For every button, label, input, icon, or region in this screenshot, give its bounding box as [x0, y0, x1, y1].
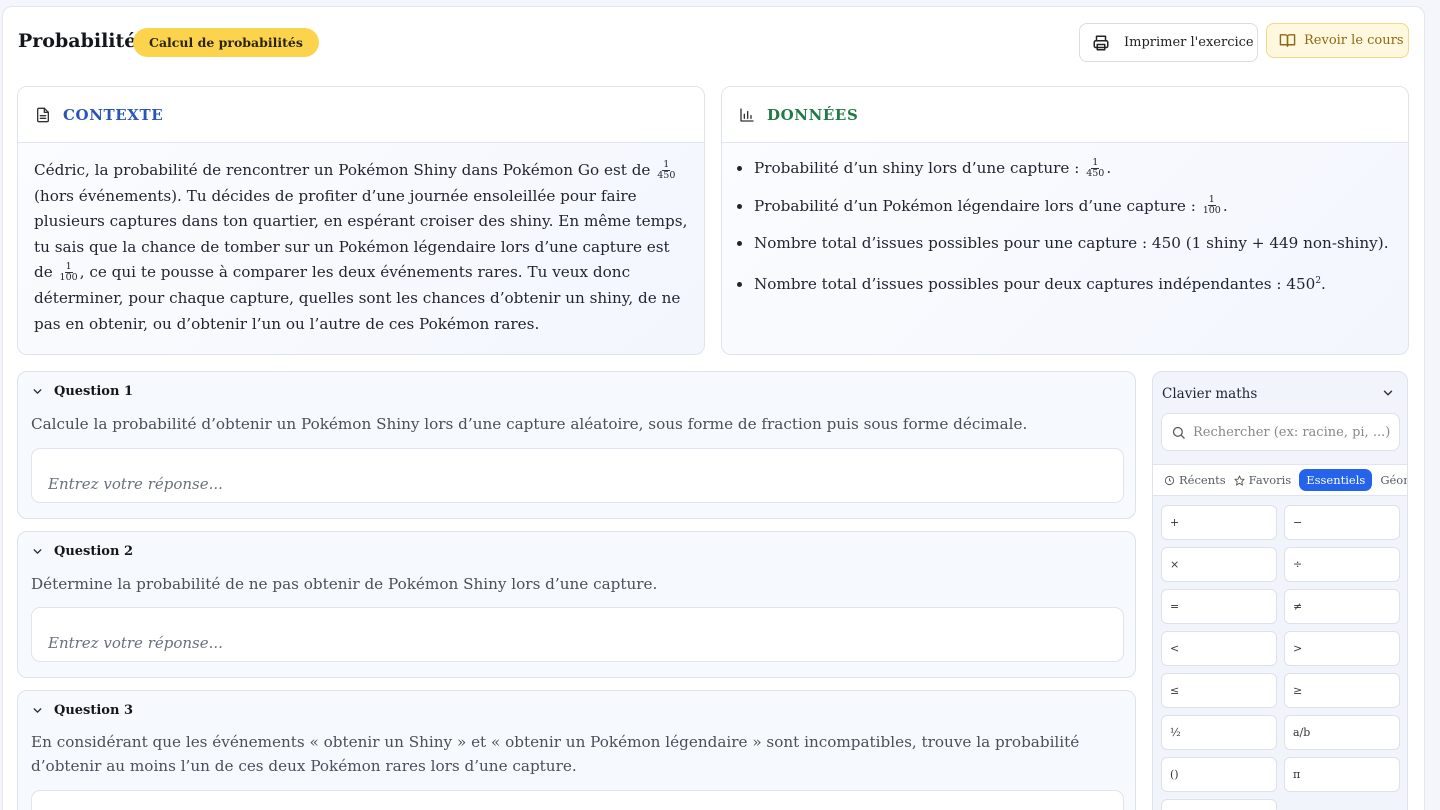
data-card-header: DONNÉES [722, 87, 1408, 143]
keyboard-key-grid: + − × ÷ = ≠ < > ≤ ≥ ½ a/b () π ² [1161, 505, 1401, 810]
context-heading: CONTEXTE [63, 105, 164, 124]
chevron-down-icon[interactable] [1381, 386, 1395, 400]
bar-chart-icon [740, 107, 754, 122]
print-button[interactable]: Imprimer l'exercice [1079, 23, 1258, 62]
key-less-than[interactable]: < [1161, 631, 1277, 666]
math-keyboard: Clavier maths Récents Favoris Essentiels… [1152, 371, 1408, 810]
header: Probabilités Calcul de probabilités Impr… [18, 23, 1410, 62]
key-equals[interactable]: = [1161, 589, 1277, 624]
chevron-down-icon[interactable] [31, 704, 44, 717]
data-card: DONNÉES Probabilité d’un shiny lors d’un… [721, 86, 1409, 355]
question-card-3: Question 3 En considérant que les événem… [17, 690, 1136, 810]
document-icon [37, 107, 49, 122]
fraction: 1 450 [1086, 156, 1105, 179]
fraction: 1 100 [59, 261, 78, 283]
key-squared[interactable]: ² [1161, 799, 1277, 810]
tab-geometrie[interactable]: Géom [1380, 473, 1407, 487]
key-parentheses[interactable]: () [1161, 757, 1277, 792]
key-less-equal[interactable]: ≤ [1161, 673, 1277, 708]
key-pi[interactable]: π [1284, 757, 1400, 792]
chevron-down-icon[interactable] [31, 545, 44, 558]
key-times[interactable]: × [1161, 547, 1277, 582]
tab-recents[interactable]: Récents [1164, 473, 1226, 487]
book-icon [1279, 34, 1296, 47]
list-item: Nombre total d’issues possibles pour deu… [753, 270, 1392, 297]
data-item-period: . [1106, 159, 1112, 177]
keyboard-tabs: Récents Favoris Essentiels Géom [1153, 464, 1407, 496]
clock-icon [1164, 475, 1175, 485]
list-item: Probabilité d’un shiny lors d’une captur… [753, 157, 1392, 181]
answer-input[interactable] [31, 448, 1124, 503]
question-text: En considérant que les événements « obte… [31, 733, 1080, 775]
key-half[interactable]: ½ [1161, 715, 1277, 750]
data-heading: DONNÉES [767, 105, 859, 124]
fraction-numerator: 1 [662, 158, 671, 171]
key-divide[interactable]: ÷ [1284, 547, 1400, 582]
data-list: Probabilité d’un shiny lors d’une captur… [722, 143, 1408, 296]
star-icon [1234, 474, 1245, 486]
context-text-part: Cédric, la probabilité de rencontrer un … [34, 161, 656, 179]
key-greater-than[interactable]: > [1284, 631, 1400, 666]
data-item-period: . [1321, 274, 1326, 293]
keyboard-search[interactable] [1161, 413, 1400, 451]
list-item: Probabilité d’un Pokémon légendaire lors… [753, 195, 1392, 219]
search-icon [1172, 426, 1185, 439]
question-title: Question 1 [54, 384, 134, 399]
key-fraction[interactable]: a/b [1284, 715, 1400, 750]
data-item-period: . [1222, 196, 1228, 215]
context-card-header: CONTEXTE [18, 87, 704, 143]
topic-badge: Calcul de probabilités [133, 28, 319, 57]
fraction-numerator: 1 [1091, 156, 1100, 169]
keyboard-search-input[interactable] [1193, 424, 1393, 440]
key-minus[interactable]: − [1284, 505, 1400, 540]
tab-favoris[interactable]: Favoris [1234, 473, 1292, 487]
context-text-part: , ce qui te pousse à comparer les deux é… [34, 263, 681, 333]
question-title: Question 2 [54, 544, 134, 559]
tab-label: Récents [1179, 473, 1226, 487]
page-title: Probabilités [18, 30, 148, 52]
answer-input[interactable] [31, 790, 1124, 810]
question-header[interactable]: Question 3 [31, 703, 133, 718]
tab-essentiels[interactable]: Essentiels [1299, 469, 1373, 491]
fraction-denominator: 450 [657, 169, 676, 181]
fraction-denominator: 450 [1086, 167, 1105, 179]
printer-icon [1093, 35, 1109, 50]
fraction: 1 100 [1203, 195, 1221, 216]
data-item-text: Probabilité d’un shiny lors d’une captur… [754, 159, 1085, 177]
question-card-1: Question 1 Calcule la probabilité d’obte… [17, 371, 1136, 519]
question-card-2: Question 2 Détermine la probabilité de n… [17, 531, 1136, 678]
fraction-denominator: 100 [1202, 205, 1221, 216]
question-text: Calcule la probabilité d’obtenir un Poké… [31, 415, 1028, 433]
question-text: Détermine la probabilité de ne pas obten… [31, 575, 658, 593]
question-title: Question 3 [54, 703, 134, 718]
key-plus[interactable]: + [1161, 505, 1277, 540]
chevron-down-icon[interactable] [31, 385, 44, 398]
context-text: Cédric, la probabilité de rencontrer un … [18, 143, 704, 337]
fraction-denominator: 100 [59, 271, 78, 283]
review-course-button[interactable]: Revoir le cours [1266, 23, 1409, 58]
key-greater-equal[interactable]: ≥ [1284, 673, 1400, 708]
tab-label: Favoris [1248, 473, 1292, 487]
question-header[interactable]: Question 2 [31, 544, 133, 559]
answer-input[interactable] [31, 607, 1124, 662]
keyboard-title: Clavier maths [1162, 386, 1258, 402]
data-item-text: Probabilité d’un Pokémon légendaire lors… [754, 196, 1201, 215]
data-item-text: Nombre total d’issues possibles pour deu… [754, 274, 1316, 293]
print-button-label: Imprimer l'exercice [1124, 35, 1254, 50]
fraction: 1 450 [657, 158, 676, 181]
list-item: Nombre total d’issues possibles pour une… [753, 232, 1392, 256]
review-course-label: Revoir le cours [1304, 33, 1404, 48]
context-card: CONTEXTE Cédric, la probabilité de renco… [17, 86, 705, 355]
key-not-equal[interactable]: ≠ [1284, 589, 1400, 624]
question-header[interactable]: Question 1 [31, 384, 133, 399]
